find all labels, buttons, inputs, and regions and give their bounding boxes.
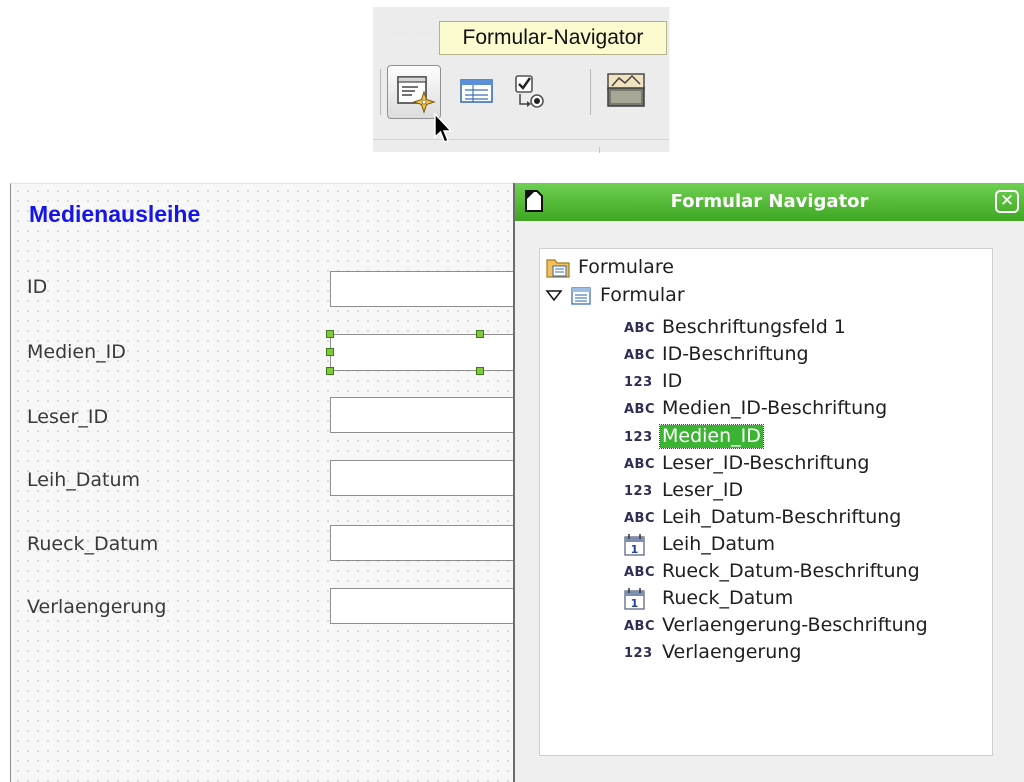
navigator-title: Formular Navigator: [670, 191, 869, 212]
date-field-icon: 1: [624, 588, 645, 610]
tree-item-selected[interactable]: 123 Medien_ID: [622, 424, 982, 450]
numeric-field-icon: 123: [624, 375, 653, 390]
tree-item-label: Leser_ID-Beschriftung: [662, 452, 870, 474]
tree-item[interactable]: 123 Verlaengerung: [622, 640, 982, 666]
tree-item-label: ID-Beschriftung: [662, 343, 809, 365]
svg-text:1: 1: [631, 597, 639, 610]
tree-item-label: Medien_ID-Beschriftung: [662, 397, 888, 419]
label-id[interactable]: ID: [27, 276, 47, 298]
collapse-triangle-icon[interactable]: [542, 283, 566, 309]
numeric-field-icon: 123: [624, 646, 653, 661]
svg-text:1: 1: [631, 543, 639, 556]
label-medien-id[interactable]: Medien_ID: [27, 341, 126, 363]
mouse-cursor-icon: [434, 112, 453, 143]
numeric-field-icon: 123: [624, 484, 653, 499]
tree-item[interactable]: ABC Leser_ID-Beschriftung: [622, 451, 982, 477]
label-rueck-datum[interactable]: Rueck_Datum: [27, 533, 158, 555]
tree-item-label: Rueck_Datum-Beschriftung: [662, 560, 920, 582]
tree-root-label: Formulare: [578, 256, 674, 278]
field-verlaengerung[interactable]: [330, 588, 530, 624]
label-leser-id[interactable]: Leser_ID: [27, 406, 108, 428]
close-button[interactable]: ✕: [995, 190, 1019, 213]
label-control-icon: ABC: [624, 402, 656, 417]
field-leser-id[interactable]: [330, 397, 530, 433]
label-control-icon: ABC: [624, 321, 656, 336]
resize-handle[interactable]: [476, 367, 484, 375]
date-field-icon: 1: [624, 534, 645, 556]
tree-item-label: Leih_Datum-Beschriftung: [662, 506, 902, 528]
field-medien-id[interactable]: [330, 334, 530, 371]
add-field-button[interactable]: [457, 67, 511, 121]
tree-item[interactable]: ABC ID-Beschriftung: [622, 342, 982, 368]
form-icon: [571, 287, 591, 305]
tree-item[interactable]: ABC Leih_Datum-Beschriftung: [622, 505, 982, 531]
label-control-icon: ABC: [624, 348, 656, 363]
tree-item[interactable]: 1 Rueck_Datum: [622, 586, 982, 612]
resize-handle[interactable]: [326, 348, 334, 356]
label-control-icon: ABC: [624, 457, 656, 472]
form-navigator-icon: [397, 76, 436, 114]
label-verlaengerung[interactable]: Verlaengerung: [27, 596, 166, 618]
resize-handle[interactable]: [326, 367, 334, 375]
navigator-tree: Formulare Formular ABC Beschriftungsfeld…: [539, 248, 993, 756]
tree-item[interactable]: 123 ID: [622, 369, 982, 395]
activation-order-icon: [515, 75, 544, 108]
form-navigator-button[interactable]: [387, 65, 441, 119]
toolbar-separator: [590, 69, 591, 115]
tree-item-label: ID: [662, 370, 683, 392]
numeric-field-icon: 123: [624, 430, 653, 445]
tree-item[interactable]: ABC Medien_ID-Beschriftung: [622, 396, 982, 422]
label-control-icon: ABC: [624, 511, 656, 526]
form-navigator-window: Formular Navigator ✕ Formulare Formular …: [513, 183, 1024, 782]
navigator-titlebar[interactable]: Formular Navigator ✕: [515, 183, 1024, 221]
tree-item-label: Verlaengerung: [662, 641, 802, 663]
tree-item-label: Medien_ID: [659, 424, 764, 449]
label-leih-datum[interactable]: Leih_Datum: [27, 469, 140, 491]
tree-form-node[interactable]: Formular: [542, 283, 842, 309]
form-design-canvas[interactable]: Medienausleihe ID Medien_ID Leser_ID Lei…: [10, 183, 530, 782]
add-field-icon: [460, 79, 493, 103]
toolbar-ruler-dots: [379, 32, 439, 33]
tree-item-label: Beschriftungsfeld 1: [662, 316, 846, 338]
tree-item[interactable]: ABC Rueck_Datum-Beschriftung: [622, 559, 982, 585]
toolbar-divider-tick: [599, 147, 600, 153]
tree-item-label: Rueck_Datum: [662, 587, 794, 609]
toolbar-divider: [373, 139, 669, 140]
tree-item-label: Verlaengerung-Beschriftung: [662, 614, 928, 636]
tree-item[interactable]: 123 Leser_ID: [622, 478, 982, 504]
tree-item-label: Leser_ID: [662, 479, 744, 501]
tree-root-formulare[interactable]: Formulare: [542, 255, 842, 281]
open-in-design-icon: [607, 73, 645, 107]
tree-item[interactable]: 1 Leih_Datum: [622, 532, 982, 558]
tree-item-label: Leih_Datum: [662, 533, 776, 555]
tree-form-label: Formular: [600, 284, 685, 306]
label-control-icon: ABC: [624, 565, 656, 580]
activation-order-button[interactable]: [505, 67, 559, 121]
form-title: Medienausleihe: [29, 201, 201, 227]
toolbar-snippet: Formular-Navigator: [373, 7, 670, 153]
label-control-icon: ABC: [624, 619, 656, 634]
field-rueck-datum[interactable]: [330, 525, 530, 561]
tree-item[interactable]: ABC Verlaengerung-Beschriftung: [622, 613, 982, 639]
resize-handle[interactable]: [326, 330, 334, 338]
resize-handle[interactable]: [476, 330, 484, 338]
field-id[interactable]: [330, 271, 530, 307]
field-leih-datum[interactable]: [330, 460, 530, 496]
tooltip: Formular-Navigator: [439, 21, 667, 55]
open-in-design-button[interactable]: [601, 65, 655, 119]
tree-item[interactable]: ABC Beschriftungsfeld 1: [622, 315, 982, 341]
toolbar-separator: [380, 69, 381, 115]
forms-folder-icon: [546, 259, 570, 278]
